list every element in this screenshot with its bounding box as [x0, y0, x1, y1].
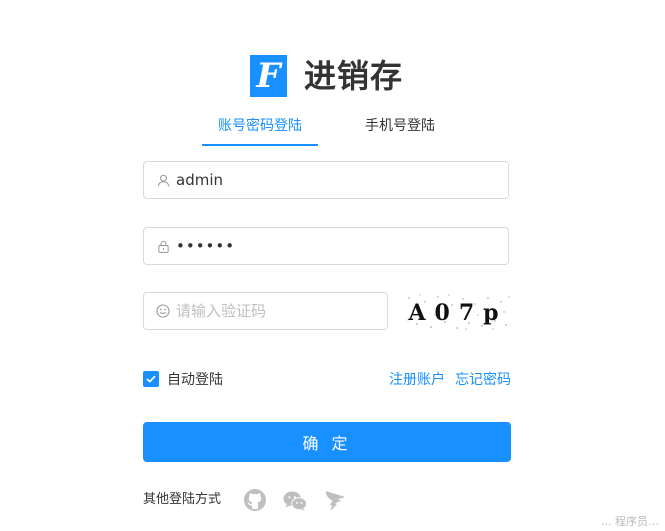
app-logo: F 进销存 — [250, 54, 403, 98]
submit-button[interactable]: 确 定 — [143, 422, 511, 462]
user-icon — [156, 173, 170, 187]
auto-login-checkbox[interactable]: 自动登陆 — [143, 369, 223, 389]
username-field[interactable] — [143, 161, 509, 199]
other-login-label: 其他登陆方式 — [143, 492, 222, 507]
captcha-field[interactable] — [143, 292, 388, 330]
dingtalk-icon[interactable] — [323, 488, 347, 512]
tab-account-password[interactable]: 账号密码登陆 — [202, 112, 318, 145]
tab-phone-login[interactable]: 手机号登陆 — [342, 112, 458, 145]
footer-text: ... 程序员… — [601, 515, 659, 528]
checkbox-checked-icon — [143, 371, 159, 387]
app-title: 进销存 — [304, 57, 404, 95]
password-field[interactable] — [143, 227, 509, 265]
github-icon[interactable] — [243, 488, 267, 512]
wechat-icon[interactable] — [283, 489, 307, 513]
logo-mark-icon: F — [250, 55, 287, 97]
captcha-text: A07p — [408, 300, 508, 326]
login-tabs: 账号密码登陆 手机号登陆 — [0, 112, 665, 146]
captcha-input[interactable] — [176, 302, 376, 320]
logo-letter: F — [256, 56, 281, 96]
captcha-image[interactable]: A07p — [405, 293, 511, 331]
tab-active-indicator — [202, 144, 318, 146]
auto-login-label: 自动登陆 — [167, 372, 223, 388]
forgot-password-link[interactable]: 忘记密码 — [455, 369, 511, 389]
other-login-section: 其他登陆方式 — [143, 488, 221, 507]
register-link[interactable]: 注册账户 — [389, 369, 445, 389]
lock-icon — [156, 239, 170, 253]
smile-icon — [156, 304, 170, 318]
password-input[interactable] — [176, 237, 476, 255]
username-input[interactable] — [176, 171, 476, 189]
